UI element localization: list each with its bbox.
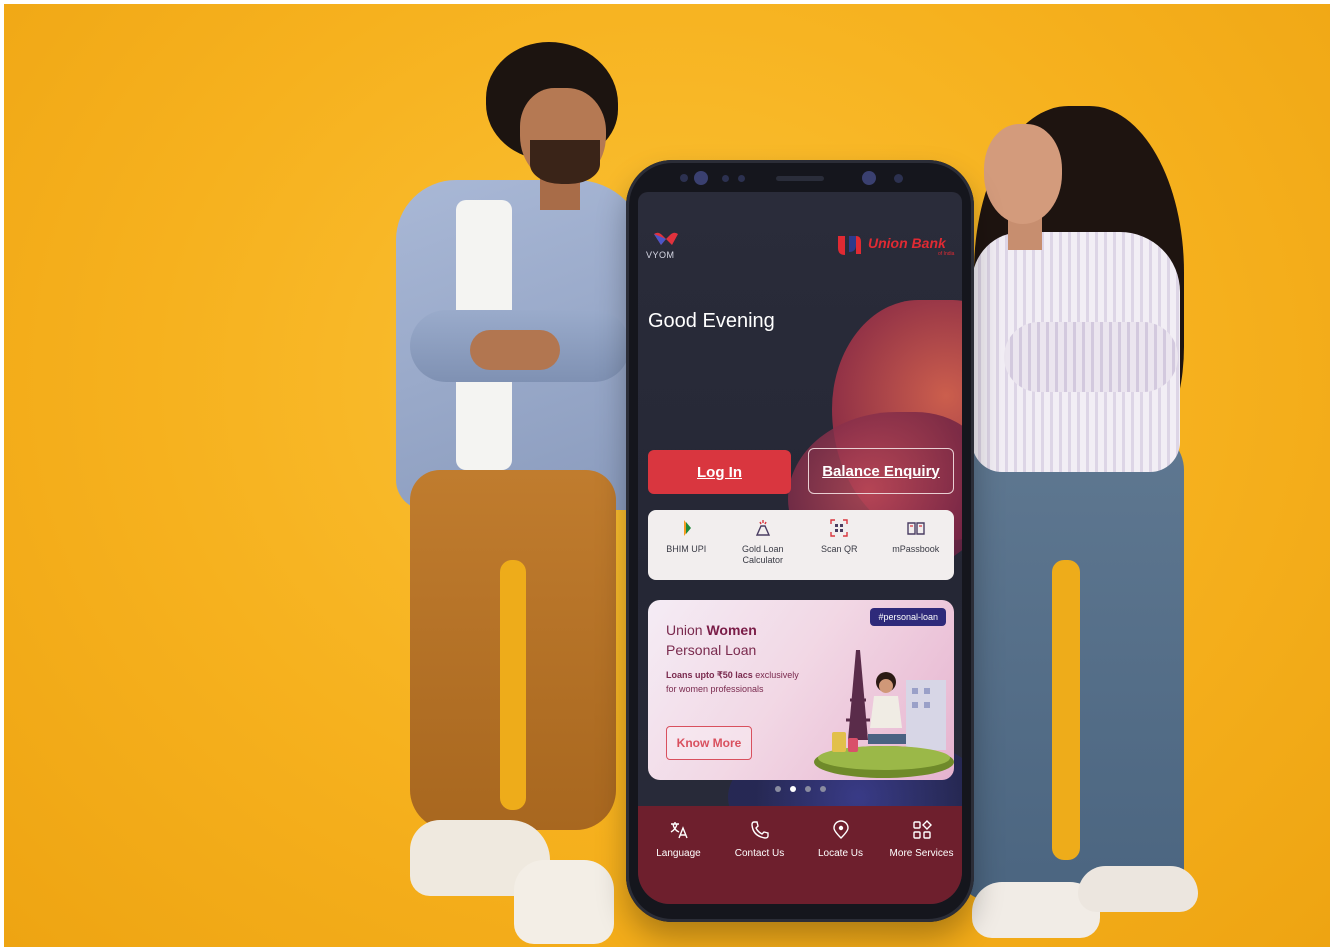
vyom-logo: VYOM bbox=[646, 230, 706, 270]
promo-banner[interactable]: #personal-loan Union Women Personal Loan… bbox=[648, 600, 954, 780]
bank-name: Union Bank bbox=[868, 235, 946, 251]
sensor-icon bbox=[738, 175, 745, 182]
grid-icon bbox=[912, 820, 932, 839]
sensor-icon bbox=[680, 174, 688, 182]
balance-enquiry-button[interactable]: Balance Enquiry bbox=[808, 448, 954, 494]
greeting-text: Good Evening bbox=[648, 310, 775, 332]
earpiece-speaker bbox=[776, 176, 824, 181]
union-bank-mark-icon bbox=[838, 236, 861, 255]
nav-label: Contact Us bbox=[734, 848, 785, 859]
woman-crossed-arms bbox=[1004, 322, 1178, 392]
man-right-shoe bbox=[514, 860, 614, 944]
man-beard bbox=[530, 140, 600, 184]
banner-illustration bbox=[814, 650, 954, 778]
banner-title-bold: Women bbox=[706, 622, 757, 638]
nav-label: Locate Us bbox=[817, 848, 864, 859]
front-camera-icon bbox=[862, 171, 876, 185]
vyom-logo-text: VYOM bbox=[646, 250, 675, 260]
sensor-icon bbox=[894, 174, 903, 183]
translate-icon bbox=[670, 822, 688, 839]
carousel-indicator bbox=[638, 786, 962, 792]
quick-action-label: Scan QR bbox=[820, 544, 858, 554]
promo-background: VYOM Union Bank of India Good Evening Lo… bbox=[0, 0, 1330, 947]
banner-tag: #personal-loan bbox=[870, 608, 946, 626]
woman-right-shoe bbox=[1078, 866, 1198, 912]
quick-action-label: mPassbook bbox=[892, 544, 940, 554]
quick-action-mpassbook[interactable]: mPassbook bbox=[878, 510, 955, 580]
man-leg-gap bbox=[500, 560, 526, 810]
carousel-dot[interactable] bbox=[804, 786, 811, 792]
gold-loan-icon bbox=[755, 520, 770, 536]
location-pin-icon bbox=[832, 820, 849, 839]
quick-action-label: Gold Loan Calculator bbox=[741, 544, 784, 565]
sensor-icon bbox=[722, 175, 729, 182]
bank-subtext: of India bbox=[938, 251, 955, 257]
quick-action-gold-loan[interactable]: Gold Loan Calculator bbox=[725, 510, 802, 580]
banner-title-prefix: Union bbox=[666, 622, 707, 638]
bottom-navigation: Language Contact Us Locate Us More Servi… bbox=[638, 806, 962, 904]
carousel-dot[interactable] bbox=[819, 786, 826, 792]
vyom-heart-icon bbox=[654, 232, 678, 245]
woman-face bbox=[984, 124, 1062, 224]
man-hand bbox=[470, 330, 560, 370]
nav-label: Language bbox=[656, 848, 701, 859]
banner-description: Loans upto ₹50 lacs exclusively for wome… bbox=[666, 668, 799, 696]
nav-locate-us[interactable]: Locate Us bbox=[800, 806, 881, 904]
banner-desc-bold: Loans upto ₹50 lacs bbox=[666, 670, 753, 680]
nav-language[interactable]: Language bbox=[638, 806, 719, 904]
phone-icon bbox=[750, 821, 769, 839]
quick-actions-bar: BHIM UPI Gold Loan Calculator Scan QR mP… bbox=[648, 510, 954, 580]
qr-scan-icon bbox=[830, 519, 848, 537]
login-button[interactable]: Log In bbox=[648, 450, 791, 494]
phone-device: VYOM Union Bank of India Good Evening Lo… bbox=[626, 160, 974, 922]
banner-title: Union Women Personal Loan bbox=[666, 620, 757, 660]
carousel-dot[interactable] bbox=[774, 786, 781, 792]
quick-action-bhim-upi[interactable]: BHIM UPI bbox=[648, 510, 725, 580]
passbook-icon bbox=[907, 522, 925, 535]
nav-label: More Services bbox=[889, 848, 954, 859]
camera-icon bbox=[694, 171, 708, 185]
banner-desc-line2: for women professionals bbox=[666, 684, 764, 694]
left-border bbox=[0, 0, 4, 947]
quick-action-label: BHIM UPI bbox=[666, 544, 707, 554]
banner-title-line2: Personal Loan bbox=[666, 642, 757, 658]
nav-contact-us[interactable]: Contact Us bbox=[719, 806, 800, 904]
quick-action-scan-qr[interactable]: Scan QR bbox=[801, 510, 878, 580]
union-bank-logo: Union Bank of India bbox=[834, 230, 958, 266]
carousel-dot-active[interactable] bbox=[789, 786, 796, 792]
top-border bbox=[0, 0, 1330, 4]
woman-leg-gap bbox=[1052, 560, 1080, 860]
nav-more-services[interactable]: More Services bbox=[881, 806, 962, 904]
know-more-button[interactable]: Know More bbox=[666, 726, 752, 760]
app-screen: VYOM Union Bank of India Good Evening Lo… bbox=[638, 192, 962, 904]
bhim-upi-icon bbox=[684, 520, 692, 536]
